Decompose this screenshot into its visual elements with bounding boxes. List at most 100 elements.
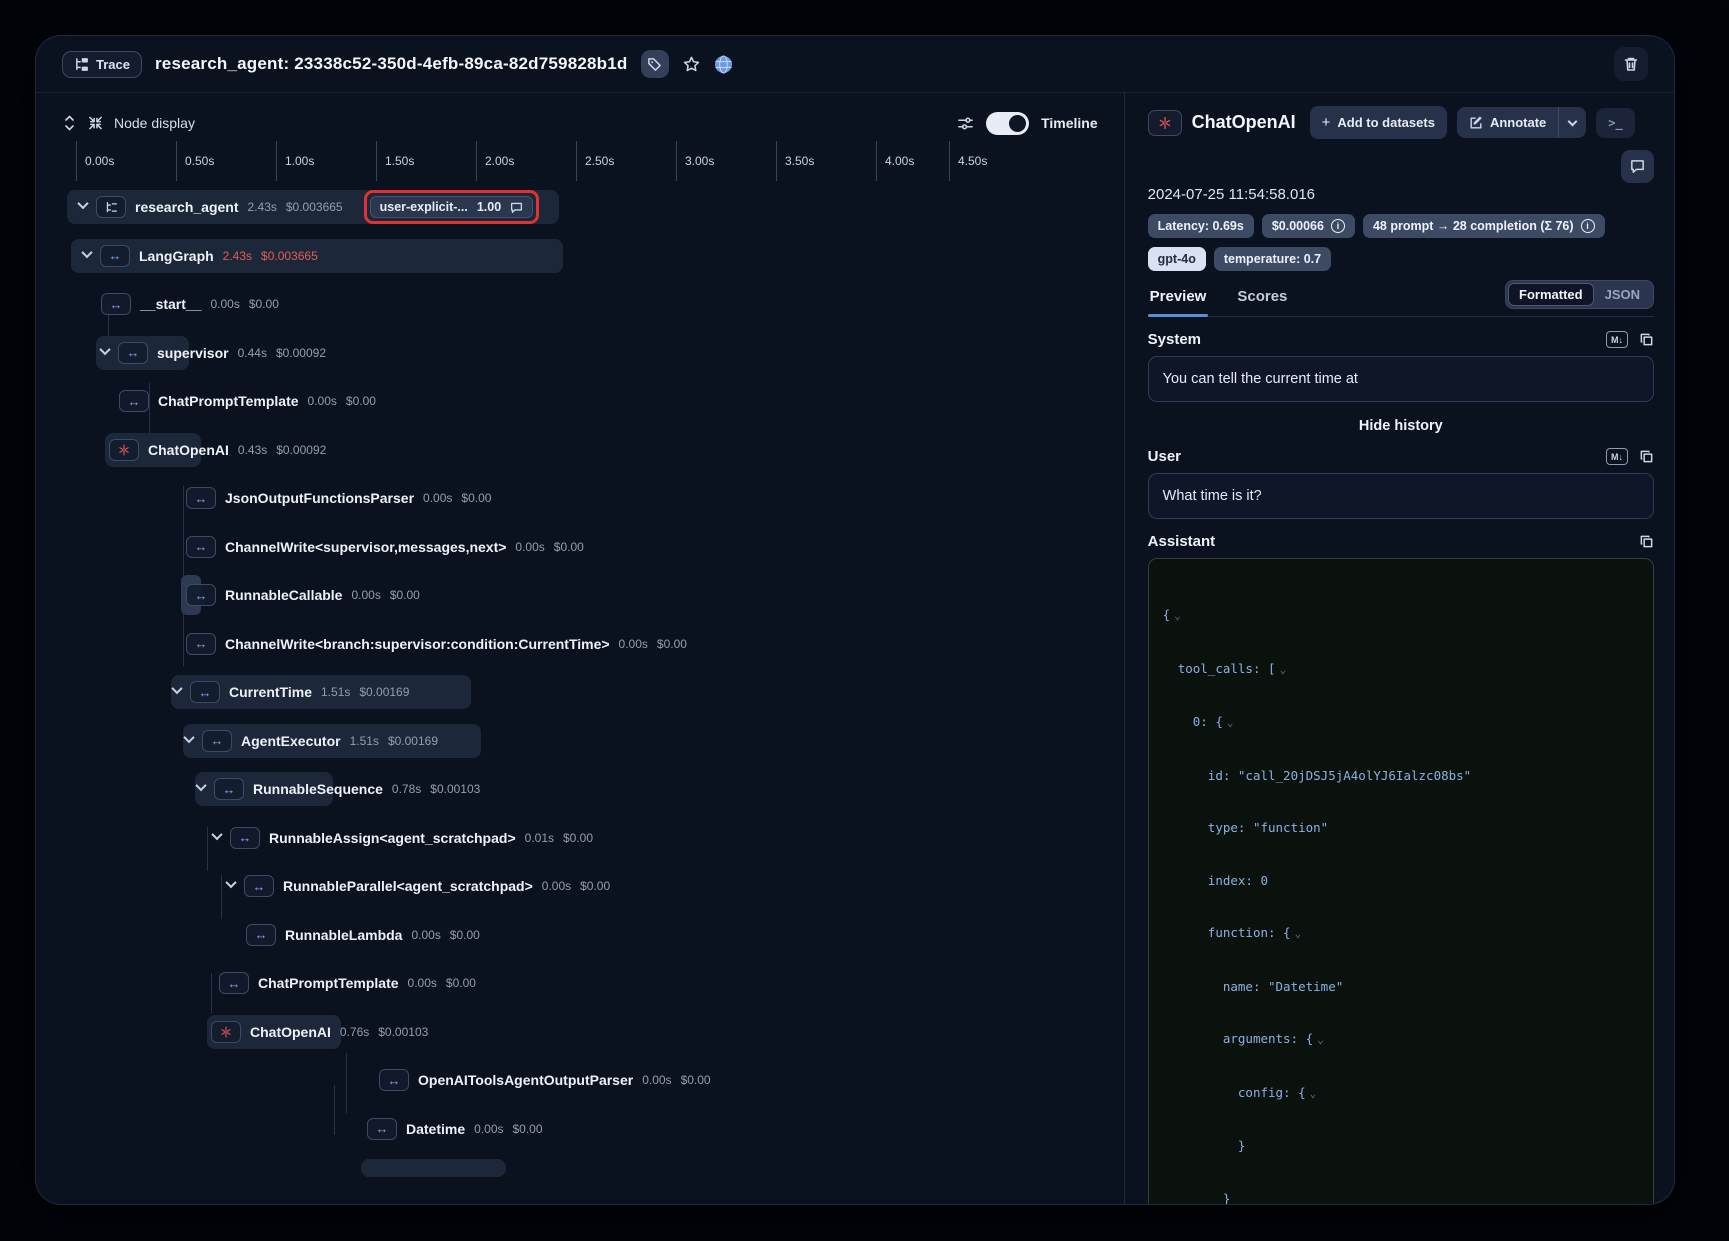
trace-row-channelwrite-branch[interactable]: ↔ ChannelWrite<branch:supervisor:conditi… [36,620,1124,669]
expand-all-icon[interactable] [62,115,77,131]
star-button[interactable] [682,55,701,74]
node-cost: $0.00 [390,588,420,602]
tab-scores[interactable]: Scores [1235,282,1289,316]
section-label-assistant: Assistant [1148,533,1216,550]
titlebar: Trace research_agent: 23338c52-350d-4efb… [36,36,1674,93]
trace-row-chatopenai[interactable]: ChatOpenAI 0.43s $0.00092 [36,426,1124,475]
user-message: What time is it? [1148,473,1654,519]
trace-row-start[interactable]: ↔ __start__ 0.00s $0.00 [36,280,1124,329]
node-cost: $0.003665 [286,200,343,214]
trace-row-jsonoutputfunctionsparser[interactable]: ↔ JsonOutputFunctionsParser 0.00s $0.00 [36,474,1124,523]
trace-row-chatprompttemplate-2[interactable]: ↔ ChatPromptTemplate 0.00s $0.00 [36,959,1124,1008]
ruler-tick: 0.50s [176,141,214,181]
pencil-square-icon [1469,116,1483,130]
globe-icon [714,55,733,74]
trace-badge: Trace [62,51,142,78]
inspector-header: ChatOpenAI + Add to datasets Annotate >_ [1148,106,1654,139]
playground-terminal-button[interactable]: >_ [1596,108,1634,138]
trace-row-langgraph[interactable]: ↔ LangGraph 2.43s $0.003665 [36,232,1124,281]
add-to-datasets-button[interactable]: + Add to datasets [1310,106,1447,139]
hide-history-link[interactable]: Hide history [1148,418,1654,434]
trace-row-runnableassign[interactable]: ↔ RunnableAssign<agent_scratchpad> 0.01s… [36,814,1124,863]
trace-row-chatopenai-2[interactable]: ChatOpenAI 0.76s $0.00103 [36,1008,1124,1057]
annotate-button[interactable]: Annotate [1457,107,1558,138]
display-settings-icon[interactable] [957,115,974,132]
chevron-down-icon[interactable] [183,732,194,743]
trace-row-agentexecutor[interactable]: ↔ AgentExecutor 1.51s $0.00169 [36,717,1124,766]
node-cost: $0.00103 [378,1025,428,1039]
delete-button[interactable] [1614,47,1648,81]
trace-row-runnablelambda[interactable]: ↔ RunnableLambda 0.00s $0.00 [36,911,1124,960]
star-icon [682,55,701,74]
chain-icon: ↔ [246,924,276,946]
node-name: supervisor [157,345,229,361]
trace-row-research-agent[interactable]: research_agent 2.43s $0.003665 user-expl… [36,183,1124,232]
share-globe-button[interactable] [714,55,733,74]
node-name: LangGraph [139,248,214,264]
model-badge: gpt-4o [1148,247,1206,271]
chevron-down-icon[interactable] [225,877,236,888]
chain-icon: ↔ [190,681,220,703]
node-duration: 0.00s [619,637,648,651]
copy-icon[interactable] [1639,449,1654,464]
trace-row-openaitoolsagentoutputparser[interactable]: ↔ OpenAIToolsAgentOutputParser 0.00s $0.… [36,1056,1124,1105]
timeline-toggle[interactable] [986,112,1029,135]
chain-icon: ↔ [367,1118,397,1140]
chain-icon: ↔ [219,972,249,994]
ruler-tick: 0.00s [76,141,114,181]
trace-row-supervisor[interactable]: ↔ supervisor 0.44s $0.00092 [36,329,1124,378]
node-duration: 0.00s [308,394,337,408]
trace-row-chatprompttemplate[interactable]: ↔ ChatPromptTemplate 0.00s $0.00 [36,377,1124,426]
collapse-all-icon[interactable] [88,115,103,131]
node-duration: 0.00s [542,879,571,893]
trace-row-currenttime[interactable]: ↔ CurrentTime 1.51s $0.00169 [36,668,1124,717]
trace-row-datetime[interactable]: ↔ Datetime 0.00s $0.00 [36,1105,1124,1154]
trace-row-runnablecallable[interactable]: ↔ RunnableCallable 0.00s $0.00 [36,571,1124,620]
node-duration: 0.01s [525,831,554,845]
temperature-badge: temperature: 0.7 [1214,247,1331,271]
markdown-toggle-icon[interactable]: M↓ [1606,448,1628,465]
chevron-down-icon[interactable] [77,198,88,209]
trace-row-runnableparallel[interactable]: ↔ RunnableParallel<agent_scratchpad> 0.0… [36,862,1124,911]
annotate-dropdown-button[interactable] [1558,107,1586,138]
tokens-badge: 48 prompt → 28 completion (Σ 76)i [1363,214,1605,238]
node-name: RunnableLambda [285,927,402,943]
section-label-user: User [1148,448,1181,465]
node-cost: $0.00 [580,879,610,893]
terminal-icon: >_ [1608,116,1622,130]
tag-button[interactable] [641,50,669,78]
trace-row-runnablesequence[interactable]: ↔ RunnableSequence 0.78s $0.00103 [36,765,1124,814]
chevron-down-icon[interactable] [99,344,110,355]
node-cost: $0.00103 [430,782,480,796]
trace-tree-icon [105,201,118,214]
copy-icon[interactable] [1639,332,1654,347]
chain-icon: ↔ [202,730,232,752]
toggle-knob [1009,115,1026,132]
chain-icon: ↔ [100,245,130,267]
feedback-badge[interactable]: user-explicit-... 1.00 [370,196,534,218]
chevron-down-icon[interactable] [81,247,92,258]
markdown-toggle-icon[interactable]: M↓ [1606,331,1628,348]
feedback-name: user-explicit-... [380,200,468,214]
node-name: __start__ [140,296,202,312]
chevron-down-icon[interactable] [211,829,222,840]
format-toggle-json[interactable]: JSON [1594,283,1651,306]
node-duration: 1.51s [350,734,379,748]
copy-icon[interactable] [1639,534,1654,549]
node-duration: 0.76s [340,1025,369,1039]
format-toggle-formatted[interactable]: Formatted [1508,283,1594,306]
node-cost: $0.00 [249,297,279,311]
trace-tree-panel: Node display Timeline 0.00s 0.50s 1.00s … [36,93,1125,1205]
trace-badge-label: Trace [96,57,130,72]
tab-preview[interactable]: Preview [1148,282,1209,316]
node-cost: $0.00 [563,831,593,845]
ruler-tick: 2.50s [576,141,614,181]
ruler-tick: 1.00s [276,141,314,181]
inspector-tabs: Preview Scores Formatted JSON [1148,280,1654,317]
comments-button[interactable] [1621,150,1654,183]
node-cost: $0.00169 [359,685,409,699]
chevron-down-icon[interactable] [195,780,206,791]
trace-row-channelwrite-supervisor[interactable]: ↔ ChannelWrite<supervisor,messages,next>… [36,523,1124,572]
chevron-down-icon[interactable] [171,683,182,694]
ruler-tick: 4.50s [949,141,987,181]
